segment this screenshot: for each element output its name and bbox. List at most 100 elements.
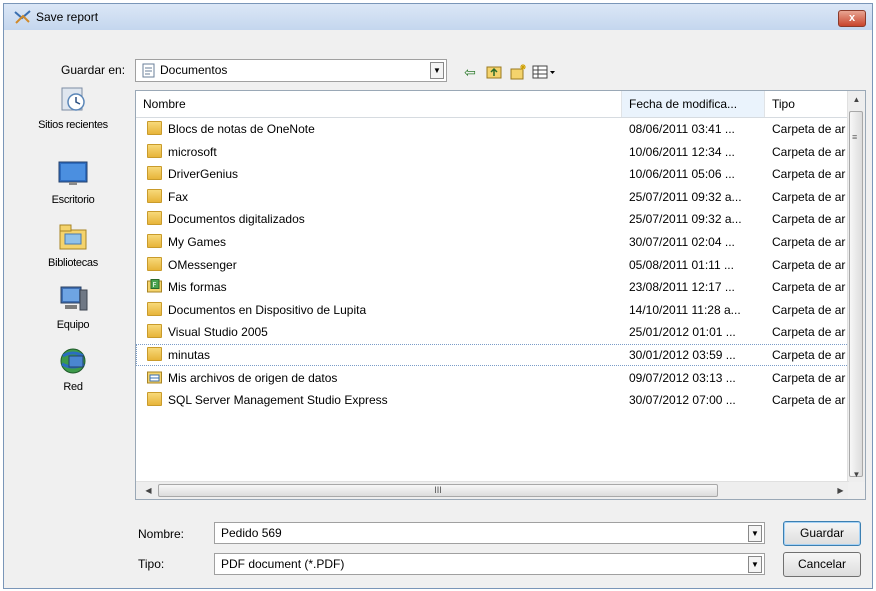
save-report-dialog: Save report x Guardar en: Documentos ▼ ⇦ xyxy=(3,3,873,589)
desktop-icon xyxy=(58,161,88,185)
file-type-value: PDF document (*.PDF) xyxy=(221,557,345,571)
place-recent[interactable]: Sitios recientes xyxy=(14,84,132,131)
place-label: Sitios recientes xyxy=(38,119,108,131)
file-type-cell: Carpeta de ar xyxy=(772,370,846,385)
file-date-cell: 30/01/2012 03:59 ... xyxy=(629,348,736,362)
file-date-cell: 14/10/2011 11:28 a... xyxy=(629,302,741,317)
file-name-cell: Fax xyxy=(168,189,189,204)
view-menu-icon[interactable] xyxy=(531,63,557,81)
file-name-cell: Visual Studio 2005 xyxy=(168,325,268,340)
file-row[interactable]: Visual Studio 2005 25/01/2012 01:01 ... Ca… xyxy=(136,321,849,343)
column-name[interactable]: Nombre xyxy=(136,91,622,117)
new-folder-icon[interactable] xyxy=(509,63,527,81)
file-row[interactable]: My Games 30/07/2011 02:04 ... Carpeta de a… xyxy=(136,231,849,253)
folder-icon xyxy=(147,324,162,339)
scroll-down-icon[interactable]: ▼ xyxy=(848,466,865,483)
scroll-left-icon[interactable]: ◀ xyxy=(140,482,157,499)
vertical-scroll-thumb[interactable]: ≡ xyxy=(849,111,863,477)
file-date-cell: 25/07/2011 09:32 a... xyxy=(629,189,742,204)
file-list[interactable]: Nombre Fecha de modifica... Tipo Blocs d… xyxy=(135,90,866,500)
file-date-cell: 25/07/2011 09:32 a... xyxy=(629,212,742,227)
file-name-cell: Mis formas xyxy=(168,280,227,295)
libraries-icon xyxy=(59,224,87,250)
file-name-cell: Mis archivos de origen de datos xyxy=(168,370,338,385)
file-type-cell: Carpeta de ar xyxy=(772,144,846,159)
chevron-down-icon[interactable]: ▼ xyxy=(748,525,762,542)
folder-icon xyxy=(147,121,162,135)
place-network[interactable]: Red xyxy=(14,346,132,393)
file-name-cell: Blocs de notas de OneNote xyxy=(168,122,315,136)
horizontal-scrollbar[interactable]: ◀ III ▶ xyxy=(136,481,849,499)
file-type-select[interactable]: PDF document (*.PDF) ▼ xyxy=(214,553,765,575)
file-type-cell: Carpeta de ar xyxy=(772,348,846,362)
scroll-corner xyxy=(848,482,865,499)
file-date-cell: 25/01/2012 01:01 ... xyxy=(629,325,736,340)
scroll-up-icon[interactable]: ▲ xyxy=(848,91,865,108)
file-type-cell: Carpeta de ar xyxy=(772,302,846,317)
file-row[interactable]: microsoft 10/06/2011 12:34 ... Carpeta de … xyxy=(136,141,849,163)
close-button[interactable]: x xyxy=(838,10,866,27)
column-date[interactable]: Fecha de modifica... xyxy=(622,91,765,117)
file-name-cell: Documentos en Dispositivo de Lupita xyxy=(168,302,367,317)
back-arrow-icon[interactable]: ⇦ xyxy=(461,63,479,81)
file-row[interactable]: Blocs de notas de OneNote 08/06/2011 03:4… xyxy=(136,118,849,140)
folder-icon xyxy=(147,211,162,226)
place-label: Red xyxy=(63,381,83,393)
up-folder-icon[interactable] xyxy=(485,63,503,81)
file-row[interactable]: Documentos en Dispositivo de Lupita 14/10… xyxy=(136,299,849,321)
file-name-cell: My Games xyxy=(168,235,227,249)
save-in-combo[interactable]: Documentos ▼ xyxy=(135,59,447,82)
file-type-label: Tipo: xyxy=(138,557,165,571)
file-type-cell: Carpeta de ar xyxy=(772,280,846,295)
folder-icon xyxy=(147,256,162,271)
save-in-value: Documentos xyxy=(160,63,228,77)
file-date-cell: 08/06/2011 03:41 ... xyxy=(629,122,735,136)
place-desktop[interactable]: Escritorio xyxy=(14,159,132,206)
file-name-cell: microsoft xyxy=(168,144,217,159)
file-row[interactable]: Mis archivos de origen de datos 09/07/201… xyxy=(136,367,849,389)
place-label: Escritorio xyxy=(51,194,95,206)
file-row[interactable]: minutas 30/01/2012 03:59 ... Carpeta de ar xyxy=(136,344,849,366)
file-row[interactable]: DriverGenius 10/06/2011 05:06 ... Carpeta … xyxy=(136,163,849,185)
file-name-cell: OMessenger xyxy=(168,257,237,272)
file-name-cell: SQL Server Management Studio Express xyxy=(168,393,388,408)
file-row[interactable]: SQL Server Management Studio Express 30/0… xyxy=(136,389,849,411)
file-row[interactable]: Documentos digitalizados 25/07/2011 09:32… xyxy=(136,208,849,230)
chevron-down-icon[interactable]: ▼ xyxy=(748,556,762,573)
vertical-scrollbar[interactable]: ▲ ≡ ▼ xyxy=(847,91,865,483)
place-label: Equipo xyxy=(56,319,90,331)
file-name-cell: DriverGenius xyxy=(168,167,239,182)
file-name-value[interactable]: Pedido 569 xyxy=(221,526,282,540)
file-date-cell: 05/08/2011 01:11 ... xyxy=(629,257,734,272)
column-type[interactable]: Tipo xyxy=(765,91,849,117)
save-button[interactable]: Guardar xyxy=(783,521,861,546)
chevron-down-icon[interactable]: ▼ xyxy=(430,62,444,79)
file-date-cell: 09/07/2012 03:13 ... xyxy=(629,370,736,385)
file-type-cell: Carpeta de ar xyxy=(772,212,846,227)
file-date-cell: 30/07/2012 07:00 ... xyxy=(629,393,736,408)
file-date-cell: 10/06/2011 12:34 ... xyxy=(629,144,735,159)
scroll-right-icon[interactable]: ▶ xyxy=(832,482,849,499)
folder-icon xyxy=(147,166,162,181)
place-libraries[interactable]: Bibliotecas xyxy=(14,222,132,269)
file-type-cell: Carpeta de ar xyxy=(772,189,846,204)
recent-places-icon xyxy=(61,87,85,111)
file-row[interactable]: F Mis formas 23/08/2011 12:17 ... Carpeta d… xyxy=(136,276,849,298)
place-computer[interactable]: Equipo xyxy=(14,284,132,331)
file-row[interactable]: Fax 25/07/2011 09:32 a... Carpeta de ar xyxy=(136,186,849,208)
horizontal-scroll-thumb[interactable]: III xyxy=(158,484,718,497)
cancel-button[interactable]: Cancelar xyxy=(783,552,861,577)
file-name-field[interactable]: Pedido 569 ▼ xyxy=(214,522,765,544)
file-type-cell: Carpeta de ar xyxy=(772,325,846,340)
window-title: Save report xyxy=(36,10,99,24)
title-bar[interactable]: Save report x xyxy=(4,4,872,30)
place-label: Bibliotecas xyxy=(48,257,98,269)
file-type-cell: Carpeta de ar xyxy=(772,257,846,272)
folder-icon xyxy=(147,143,162,158)
file-name-cell: minutas xyxy=(168,348,211,362)
network-icon xyxy=(60,348,86,374)
computer-icon xyxy=(60,286,88,311)
file-row[interactable]: OMessenger 05/08/2011 01:11 ... Carpeta de… xyxy=(136,254,849,276)
file-type-cell: Carpeta de ar xyxy=(772,235,846,249)
places-bar: Sitios recientes Escritorio Bibliotecas xyxy=(14,84,132,484)
